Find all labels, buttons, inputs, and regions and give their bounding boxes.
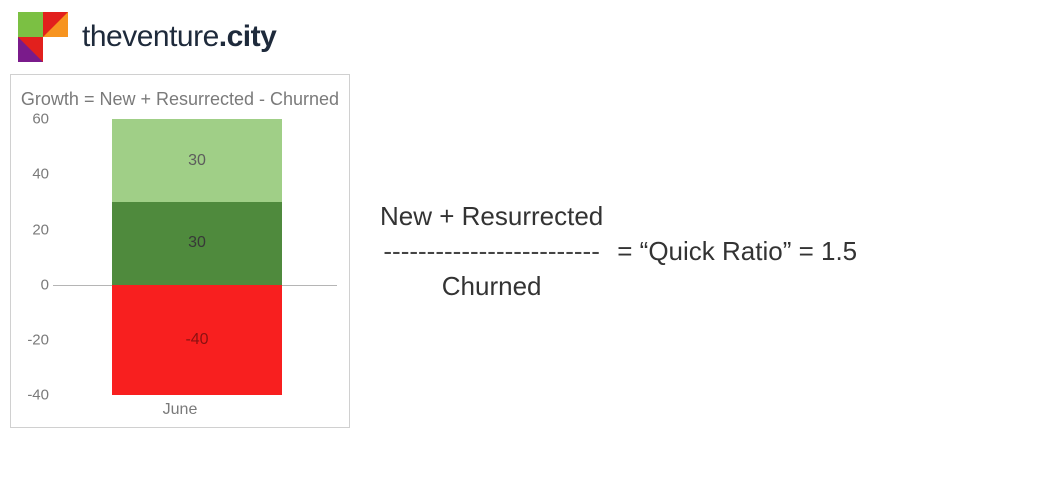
y-tick: 20 — [32, 221, 49, 238]
bar-label: 30 — [188, 152, 206, 170]
formula-divider: ------------------------- — [383, 234, 599, 269]
brand-text: theventure.city — [82, 20, 276, 54]
formula-result: = “Quick Ratio” = 1.5 — [617, 236, 857, 267]
brand-dot: . — [219, 20, 227, 53]
logo-icon — [18, 12, 68, 62]
formula-fraction: New + Resurrected ----------------------… — [380, 199, 603, 304]
bar-segment-resurrected: 30 — [112, 119, 282, 202]
chart-card: Growth = New + Resurrected - Churned 60 … — [10, 74, 350, 428]
brand-part2: city — [227, 20, 277, 53]
bar-label: 30 — [188, 234, 206, 252]
x-axis-label: June — [17, 401, 343, 419]
formula-denominator: Churned — [442, 269, 542, 304]
bar-label: -40 — [185, 331, 208, 349]
brand-part1: theventure — [82, 20, 219, 53]
y-tick: 0 — [41, 276, 49, 293]
bar-segment-churned: -40 — [112, 285, 282, 395]
y-tick: -20 — [27, 332, 49, 349]
formula-numerator: New + Resurrected — [380, 199, 603, 234]
bar-segment-new: 30 — [112, 202, 282, 285]
y-tick: 60 — [32, 111, 49, 128]
chart-body: 60 40 20 0 -20 -40 30 30 -40 — [17, 119, 343, 419]
y-axis: 60 40 20 0 -20 -40 — [17, 119, 53, 395]
content: Growth = New + Resurrected - Churned 60 … — [0, 74, 1059, 428]
y-tick: 40 — [32, 166, 49, 183]
chart-title: Growth = New + Resurrected - Churned — [17, 87, 343, 111]
plot-area: 30 30 -40 — [57, 119, 337, 395]
formula: New + Resurrected ----------------------… — [380, 199, 857, 304]
header: theventure.city — [0, 0, 1059, 74]
